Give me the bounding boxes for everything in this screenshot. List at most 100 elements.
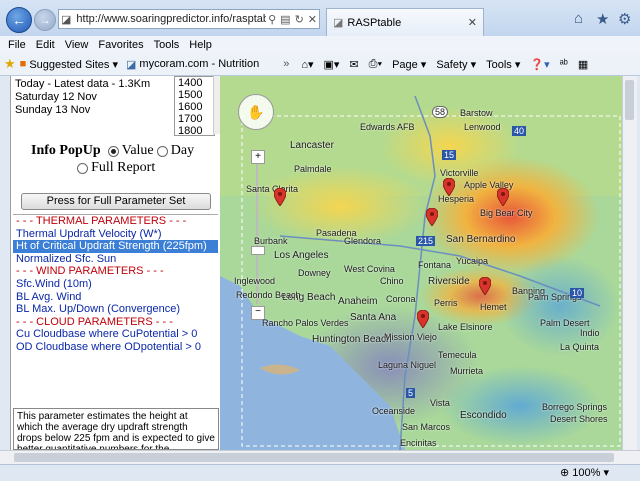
feeds-button[interactable]: ▣▾ (324, 58, 340, 71)
menu-view[interactable]: View (65, 39, 89, 51)
radio-full-report-label[interactable]: Full Report (91, 160, 155, 175)
help-icon: ❓▾ (530, 58, 550, 71)
vertical-scrollbar[interactable] (622, 76, 637, 450)
help-button[interactable]: ❓▾ (530, 58, 549, 71)
map-label: Pasadena (316, 228, 357, 238)
menu-edit[interactable]: Edit (36, 39, 55, 51)
param-item[interactable]: OD Cloudbase where ODpotential > 0 (13, 341, 218, 354)
day-option-sunday[interactable]: Sunday 13 Nov (15, 104, 175, 117)
day-option-today[interactable]: Today - Latest data - 1.3Km (15, 78, 175, 91)
map-label: Hemet (480, 302, 507, 312)
map-label: Victorville (440, 168, 479, 178)
home-cmd-button[interactable]: ⌂▾ (301, 58, 313, 71)
back-button[interactable]: ← (6, 7, 32, 33)
parameter-list[interactable]: - - - THERMAL PARAMETERS - - - Thermal U… (13, 214, 218, 409)
menu-bar: File Edit View Favorites Tools Help (0, 36, 640, 53)
suggested-sites-label: Suggested Sites ▾ (29, 58, 118, 71)
map-marker-pin[interactable] (274, 188, 286, 206)
map-label: San Bernardino (446, 234, 516, 245)
vertical-scroll-thumb[interactable] (625, 80, 634, 120)
spellcheck-icon: ᵃᵇ (559, 58, 568, 70)
day-option-saturday[interactable]: Saturday 12 Nov (15, 91, 175, 104)
compat-icon[interactable]: ▤ (278, 13, 292, 26)
hand-icon: ✋ (247, 103, 265, 120)
map-label: Barstow (460, 108, 493, 118)
menu-file[interactable]: File (8, 39, 26, 51)
param-item[interactable]: BL Max. Up/Down (Convergence) (13, 303, 218, 316)
forecast-map[interactable]: ✋ + − Barstow Lenwood Hesperia Apple Val… (220, 76, 622, 450)
param-item-selected[interactable]: Ht of Critical Updraft Strength (225fpm) (13, 240, 218, 253)
map-label: Oceanside (372, 406, 416, 416)
control-panel: Today - Latest data - 1.3Km Saturday 12 … (10, 76, 222, 450)
map-marker-pin[interactable] (443, 178, 455, 196)
menu-help[interactable]: Help (189, 39, 212, 51)
stop-icon[interactable]: ✕ (306, 13, 319, 26)
time-option[interactable]: 1700 (175, 113, 214, 125)
address-text[interactable]: http://www.soaringpredictor.info/rasptab… (73, 13, 266, 25)
param-header: - - - WIND PARAMETERS - - - (16, 265, 164, 278)
highway-shield: 215 (416, 236, 436, 246)
radio-value[interactable] (107, 145, 119, 157)
page-menu[interactable]: Page ▾ (392, 58, 426, 71)
tab-rasptable[interactable]: ◪ RASPtable ✕ (326, 8, 484, 36)
map-label: Chino (380, 276, 404, 286)
address-bar[interactable]: ◪ http://www.soaringpredictor.info/raspt… (58, 9, 320, 29)
gear-icon[interactable]: ⚙ (618, 10, 631, 28)
radio-day-label[interactable]: Day (171, 143, 194, 158)
mycoram-link[interactable]: ◪ mycoram.com - Nutrition (126, 58, 259, 71)
map-marker-pin[interactable] (479, 277, 491, 295)
param-item[interactable]: Sfc.Wind (10m) (13, 278, 218, 291)
popup-title: Info PopUp (31, 143, 101, 158)
map-label: Desert Shores (550, 414, 608, 424)
map-label: Corona (386, 294, 416, 304)
radio-full-report[interactable] (77, 162, 88, 174)
forward-button[interactable]: → (34, 9, 56, 31)
zoom-slider-handle[interactable] (251, 246, 265, 255)
param-item[interactable]: Normalized Sfc. Sun (13, 253, 218, 266)
menu-favorites[interactable]: Favorites (98, 39, 143, 51)
search-icon[interactable]: ⚲ (266, 13, 278, 26)
time-option[interactable]: 1500 (175, 89, 214, 101)
full-parameter-button[interactable]: Press for Full Parameter Set (21, 193, 211, 210)
pan-control[interactable]: ✋ (238, 94, 274, 130)
horizontal-scrollbar[interactable] (0, 450, 640, 465)
map-marker-pin[interactable] (497, 188, 509, 206)
favorites-star-icon[interactable]: ★ (596, 10, 609, 28)
radio-day[interactable] (156, 145, 168, 157)
time-list[interactable]: 1400 1500 1600 1700 1800 (174, 76, 215, 137)
map-label: Lenwood (464, 122, 501, 132)
zoom-indicator[interactable]: ⊕ 100% ▾ (560, 466, 609, 479)
param-item[interactable]: Cu Cloudbase where CuPotential > 0 (13, 328, 218, 341)
map-label: Fontana (418, 260, 452, 270)
star-icon: ★ (4, 56, 16, 71)
map-marker-pin[interactable] (417, 310, 429, 328)
research-button[interactable]: ▦ (578, 58, 588, 71)
print-button[interactable]: ⎙▾ (369, 58, 382, 71)
zoom-in-button[interactable]: + (251, 150, 265, 164)
map-label: Escondido (460, 410, 507, 421)
time-option[interactable]: 1800 (175, 125, 214, 137)
spell-button[interactable]: ᵃᵇ (560, 58, 568, 70)
radio-value-label[interactable]: Value (122, 143, 154, 158)
safety-menu[interactable]: Safety ▾ (436, 58, 476, 71)
suggested-sites-link[interactable]: ■ Suggested Sites ▾ (20, 58, 118, 71)
param-item[interactable]: BL Avg. Wind (13, 291, 218, 304)
highway-shield: 10 (570, 288, 585, 298)
map-label: Temecula (438, 350, 477, 360)
zoom-icon: ⊕ (560, 467, 570, 479)
home-icon[interactable]: ⌂ (574, 10, 583, 27)
map-marker-pin[interactable] (426, 208, 438, 226)
favorites-star-button[interactable]: ★ (4, 56, 16, 72)
time-option[interactable]: 1600 (175, 101, 214, 113)
map-label: Perris (434, 298, 458, 308)
tab-close-icon[interactable]: ✕ (468, 16, 483, 29)
menu-tools[interactable]: Tools (154, 39, 180, 51)
refresh-icon[interactable]: ↻ (293, 13, 306, 26)
tools-menu[interactable]: Tools ▾ (486, 58, 520, 71)
param-item[interactable]: Thermal Updraft Velocity (W*) (13, 228, 218, 241)
day-list[interactable]: Today - Latest data - 1.3Km Saturday 12 … (15, 78, 175, 117)
mail-button[interactable]: ✉ (349, 58, 358, 71)
horizontal-scroll-thumb[interactable] (14, 453, 614, 462)
chevron-right-icon[interactable]: » (283, 58, 289, 70)
time-option[interactable]: 1400 (175, 77, 214, 89)
